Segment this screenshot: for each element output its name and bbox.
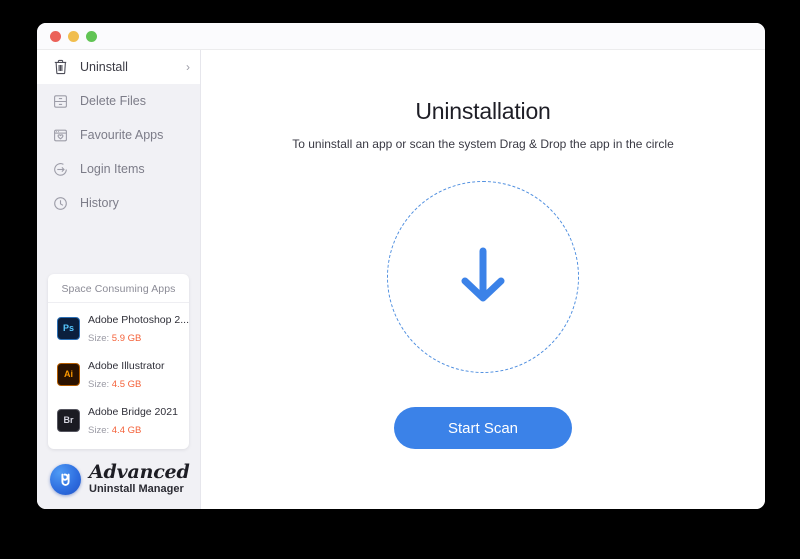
- trash-icon: [51, 58, 69, 76]
- app-brand: Advanced Uninstall Manager: [37, 449, 200, 509]
- titlebar: [37, 23, 765, 50]
- sidebar: Uninstall › Delete Files Favourite Apps …: [37, 50, 201, 509]
- window-body: Uninstall › Delete Files Favourite Apps …: [37, 50, 765, 509]
- size-value: 4.5 GB: [111, 379, 142, 390]
- sidebar-item-favourite-apps[interactable]: Favourite Apps: [37, 118, 200, 152]
- sidebar-item-label: Login Items: [80, 162, 145, 176]
- login-arrow-icon: [51, 160, 69, 178]
- list-item[interactable]: Ps Adobe Photoshop 2... Size: 5.9 GB: [48, 303, 189, 349]
- size-label: Size:: [88, 333, 110, 344]
- app-size: Size: 4.5 GB: [88, 379, 141, 390]
- sidebar-item-label: Uninstall: [80, 60, 128, 74]
- list-item[interactable]: Br Adobe Bridge 2021 Size: 4.4 GB: [48, 395, 189, 441]
- app-size: Size: 4.4 GB: [88, 425, 141, 436]
- app-name: Adobe Bridge 2021: [88, 406, 178, 418]
- uninstall-logo-icon: [50, 463, 81, 495]
- photoshop-icon: Ps: [57, 316, 80, 340]
- app-window: Uninstall › Delete Files Favourite Apps …: [37, 23, 765, 509]
- size-label: Size:: [88, 425, 110, 436]
- sidebar-item-history[interactable]: History: [37, 186, 200, 220]
- chevron-right-icon: ›: [186, 60, 190, 74]
- zoom-button[interactable]: [86, 30, 97, 42]
- brand-text: Advanced Uninstall Manager: [89, 463, 190, 495]
- space-consuming-apps-title: Space Consuming Apps: [48, 274, 189, 303]
- app-size: Size: 5.9 GB: [88, 333, 141, 344]
- sidebar-item-delete-files[interactable]: Delete Files: [37, 84, 200, 118]
- sidebar-nav: Uninstall › Delete Files Favourite Apps …: [37, 50, 200, 220]
- sidebar-item-label: Favourite Apps: [80, 128, 164, 142]
- brand-line-1: Advanced: [89, 461, 190, 483]
- illustrator-icon: Ai: [57, 362, 80, 386]
- minimize-button[interactable]: [68, 30, 79, 42]
- list-item[interactable]: Ai Adobe Illustrator Size: 4.5 GB: [48, 349, 189, 395]
- sidebar-item-uninstall[interactable]: Uninstall ›: [37, 50, 200, 84]
- heart-window-icon: [51, 126, 69, 144]
- app-meta: Adobe Illustrator Size: 4.5 GB: [88, 356, 181, 392]
- drawer-icon: [51, 92, 69, 110]
- clock-icon: [51, 194, 69, 212]
- app-name: Adobe Photoshop 2...: [88, 314, 189, 326]
- size-value: 5.9 GB: [111, 333, 142, 344]
- sidebar-item-label: History: [80, 196, 119, 210]
- page-subtitle: To uninstall an app or scan the system D…: [292, 137, 674, 151]
- app-meta: Adobe Bridge 2021 Size: 4.4 GB: [88, 402, 181, 438]
- space-consuming-apps-card: Space Consuming Apps Ps Adobe Photoshop …: [48, 274, 189, 449]
- close-button[interactable]: [50, 30, 61, 42]
- brand-line-2: Uninstall Manager: [89, 483, 184, 495]
- page-title: Uninstallation: [415, 98, 551, 124]
- down-arrow-icon: [457, 245, 509, 310]
- app-name: Adobe Illustrator: [88, 360, 165, 372]
- traffic-lights: [50, 30, 97, 42]
- size-label: Size:: [88, 379, 110, 390]
- bridge-icon: Br: [57, 408, 80, 432]
- start-scan-button[interactable]: Start Scan: [394, 407, 572, 449]
- sidebar-item-login-items[interactable]: Login Items: [37, 152, 200, 186]
- drag-drop-zone[interactable]: [387, 181, 579, 373]
- size-value: 4.4 GB: [111, 425, 142, 436]
- app-meta: Adobe Photoshop 2... Size: 5.9 GB: [88, 310, 189, 346]
- sidebar-item-label: Delete Files: [80, 94, 146, 108]
- main-content: Uninstallation To uninstall an app or sc…: [201, 50, 765, 509]
